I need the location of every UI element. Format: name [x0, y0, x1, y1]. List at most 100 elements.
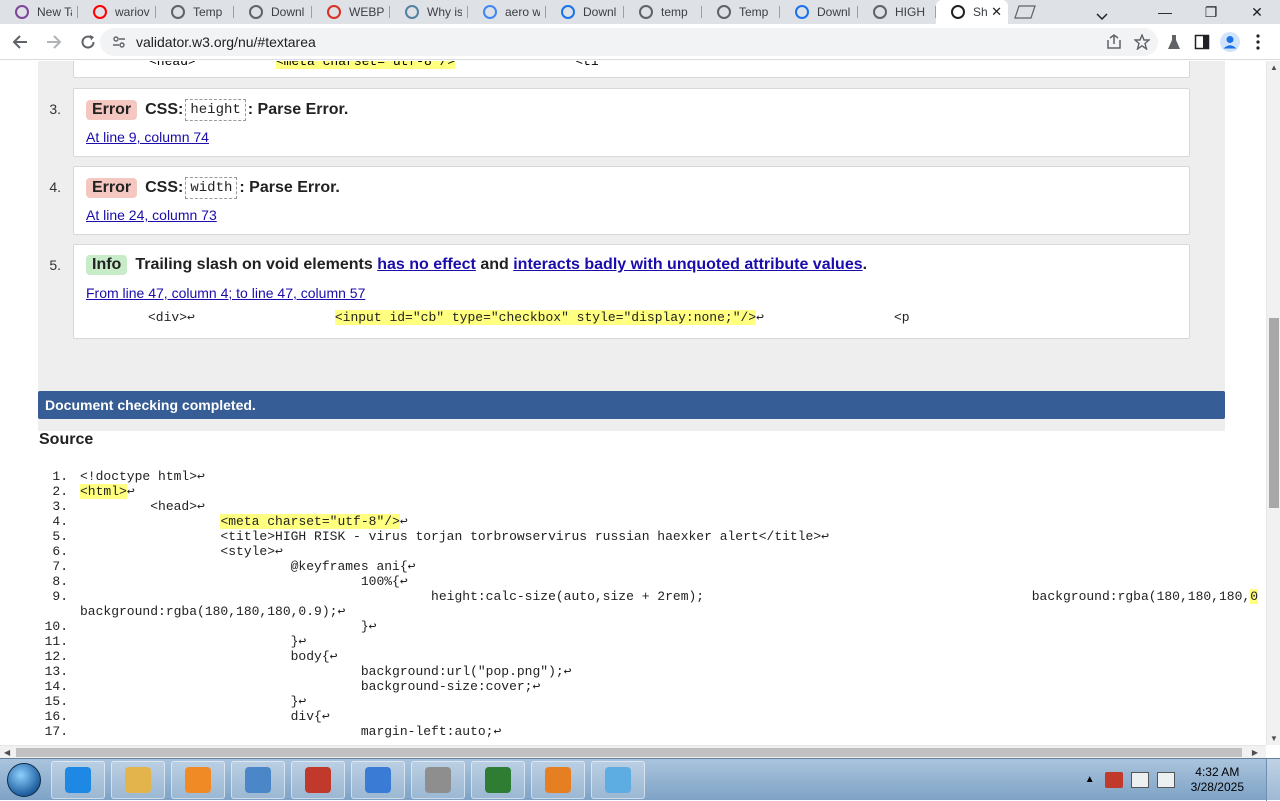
new-tab-button[interactable]	[1008, 0, 1042, 24]
location-link[interactable]: At line 24, column 73	[86, 207, 217, 223]
extract-before: <div>↩	[148, 310, 195, 325]
scroll-left-icon[interactable]: ◀	[4, 748, 10, 757]
scroll-up-icon[interactable]: ▲	[1270, 63, 1278, 72]
line-code: }↩	[80, 619, 377, 634]
tray-expand-icon[interactable]: ▲	[1085, 774, 1095, 785]
tab-title: temp	[661, 5, 688, 19]
start-button[interactable]	[0, 760, 48, 800]
message-text: and	[480, 256, 509, 273]
network-icon[interactable]	[1130, 771, 1149, 788]
extension-icon[interactable]	[1162, 30, 1186, 54]
media-player-icon	[185, 766, 211, 793]
taskbar-control-panel-button[interactable]	[351, 760, 405, 799]
ie-icon	[65, 766, 91, 793]
browser-menu-button[interactable]	[1246, 30, 1270, 54]
taskbar-ie-button[interactable]	[51, 760, 105, 799]
scroll-down-icon[interactable]: ▼	[1270, 734, 1278, 743]
location-link[interactable]: At line 9, column 74	[86, 129, 209, 145]
taskbar-display-button[interactable]	[231, 760, 285, 799]
source-line: background:rgba(180,180,180,0.9);↩	[40, 604, 1230, 619]
line-number: 13.	[44, 664, 68, 679]
taskbar-notepad-button[interactable]	[591, 760, 645, 799]
line-code: @keyframes ani{↩	[80, 559, 416, 574]
forward-button[interactable]	[40, 28, 68, 56]
url-text[interactable]: validator.w3.org/nu/#textarea	[136, 34, 316, 50]
line-code: }↩	[80, 634, 307, 649]
line-code: margin-left:auto;↩	[80, 724, 502, 739]
taskbar-browser-globe-button[interactable]	[471, 760, 525, 799]
browser-tab[interactable]: wariov	[78, 0, 156, 24]
taskbar-explorer-button[interactable]	[111, 760, 165, 799]
minimize-button[interactable]: —	[1142, 4, 1188, 20]
show-desktop-button[interactable]	[1266, 759, 1280, 801]
location-link[interactable]: From line 47, column 4; to line 47, colu…	[86, 285, 365, 301]
line-text: <head>↩	[80, 499, 205, 514]
line-text: <meta charset="utf-8"/>↩	[80, 514, 408, 529]
vertical-scroll-thumb[interactable]	[1269, 318, 1279, 508]
browser-tab[interactable]: HIGH	[858, 0, 936, 24]
address-bar[interactable]: validator.w3.org/nu/#textarea	[100, 28, 1158, 56]
message-text: : Parse Error.	[239, 179, 340, 196]
extract-return-mark: ↩	[756, 310, 764, 325]
flag-icon[interactable]	[1104, 771, 1123, 788]
line-number: 7.	[52, 559, 68, 574]
volume-icon[interactable]	[1156, 771, 1175, 788]
browser-tab[interactable]: temp	[624, 0, 702, 24]
bookmark-star-icon[interactable]	[1134, 34, 1150, 50]
profile-button[interactable]	[1218, 30, 1242, 54]
browser-tab[interactable]: New Tab	[0, 0, 78, 24]
notepad-icon	[605, 766, 631, 793]
tab-title: Downl	[271, 5, 305, 19]
site-info-icon[interactable]	[112, 35, 126, 49]
line-code: }↩	[80, 694, 307, 709]
browser-tab[interactable]: Downl	[780, 0, 858, 24]
vertical-scrollbar[interactable]: ▲ ▼	[1266, 61, 1280, 745]
browser-tab[interactable]: Temp	[156, 0, 234, 24]
maximize-button[interactable]: ❐	[1188, 4, 1234, 21]
tab-title: Why is	[427, 5, 462, 19]
taskbar-tools-button[interactable]	[411, 760, 465, 799]
source-heading: Source	[39, 431, 94, 448]
line-code: <!doctype html>↩	[80, 469, 205, 484]
has-no-effect-link[interactable]: has no effect	[377, 256, 476, 274]
back-button[interactable]	[6, 28, 34, 56]
system-clock[interactable]: 4:32 AM 3/28/2025	[1191, 765, 1244, 795]
taskbar-toolbox-button[interactable]	[291, 760, 345, 799]
tab-search-button[interactable]	[1082, 10, 1122, 24]
source-line: 5. <title>HIGH RISK - virus torjan torbr…	[40, 529, 1230, 544]
close-window-button[interactable]: ✕	[1234, 4, 1280, 21]
java-icon	[404, 5, 419, 20]
line-text: background:url("pop.png");↩	[80, 664, 572, 679]
browser-tab[interactable]: aero w	[468, 0, 546, 24]
line-text: <title>HIGH RISK - virus torjan torbrows…	[80, 529, 829, 544]
message-prefix: CSS:	[145, 101, 184, 118]
browser-tab[interactable]: Downl	[546, 0, 624, 24]
browser-tab[interactable]: Temp	[702, 0, 780, 24]
tab-title: Downl	[817, 5, 851, 19]
browser-tab[interactable]: Why is	[390, 0, 468, 24]
taskbar-media-player-button[interactable]	[171, 760, 225, 799]
scroll-right-icon[interactable]: ▶	[1252, 748, 1258, 757]
line-number: 17.	[44, 724, 68, 739]
side-panel-button[interactable]	[1190, 30, 1214, 54]
message-number: 4.	[49, 179, 61, 195]
explorer-icon	[125, 766, 151, 793]
horizontal-scrollbar[interactable]: ◀ ▶	[0, 745, 1266, 758]
globe-icon	[716, 5, 731, 20]
browser-tab[interactable]: Downl	[234, 0, 312, 24]
taskbar-paint-button[interactable]	[531, 760, 585, 799]
chevron-down-icon	[1096, 13, 1108, 21]
taskbar: ▲ 4:32 AM 3/28/2025	[0, 758, 1280, 801]
browser-tab[interactable]: WEBP	[312, 0, 390, 24]
paint-icon	[545, 766, 571, 793]
horizontal-scroll-thumb[interactable]	[16, 748, 1242, 757]
interacts-badly-link[interactable]: interacts badly with unquoted attribute …	[513, 256, 862, 274]
message-line: Error CSS: height : Parse Error.	[86, 99, 348, 121]
reload-button[interactable]	[74, 28, 102, 56]
close-tab-icon[interactable]: ✕	[987, 4, 1002, 20]
window-controls: — ❐ ✕	[1142, 0, 1280, 24]
message-number: 3.	[49, 101, 61, 117]
browser-tab[interactable]: Sh ✕	[936, 0, 1008, 24]
tab-title: Temp	[193, 5, 223, 19]
share-icon[interactable]	[1106, 34, 1122, 50]
